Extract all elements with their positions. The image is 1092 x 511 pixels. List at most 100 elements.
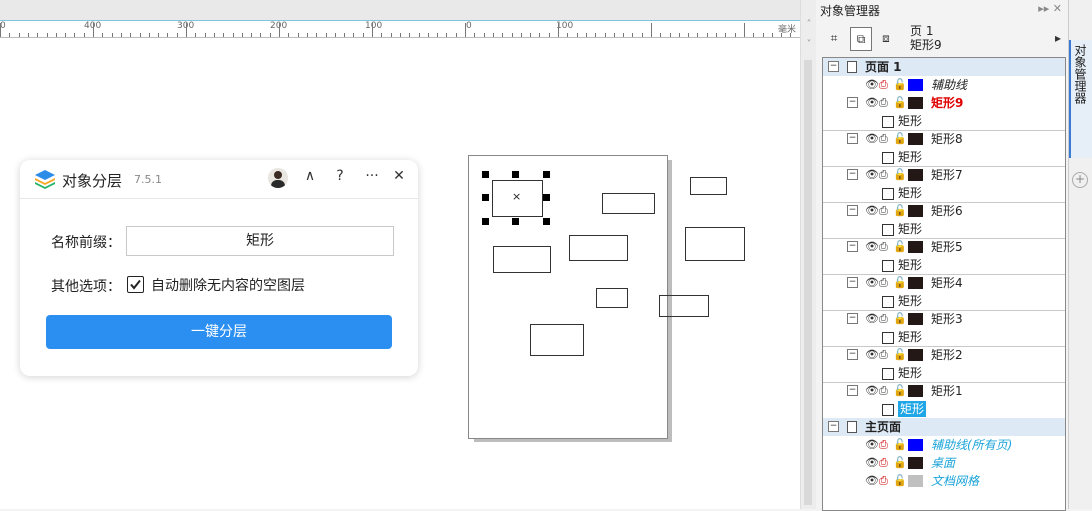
eye-icon[interactable]: 👁 bbox=[865, 168, 879, 181]
rectangle[interactable] bbox=[690, 177, 727, 195]
tree-layer-row[interactable]: − 👁 ⎙ 🔓 矩形4 bbox=[823, 274, 1065, 292]
tree-object-row[interactable]: 矩形 bbox=[823, 364, 1065, 383]
lock-icon[interactable]: 🔓 bbox=[893, 168, 907, 181]
collapse-button[interactable]: ∧ bbox=[300, 168, 320, 184]
lock-icon[interactable]: 🔓 bbox=[893, 78, 907, 91]
tree-object-row[interactable]: 矩形 bbox=[823, 184, 1065, 203]
collapse-icon[interactable]: − bbox=[828, 61, 839, 72]
layer-color-swatch[interactable] bbox=[908, 385, 923, 397]
printer-icon[interactable]: ⎙ bbox=[879, 456, 888, 469]
tree-object-row[interactable]: 矩形 bbox=[823, 256, 1065, 275]
eye-icon[interactable]: 👁 bbox=[865, 78, 879, 91]
horizontal-ruler[interactable]: 0 400 300 200 100 0 100 毫米 bbox=[0, 20, 800, 38]
layer-color-swatch[interactable] bbox=[908, 475, 923, 487]
lock-icon[interactable]: 🔓 bbox=[893, 204, 907, 217]
object-checkbox[interactable] bbox=[882, 116, 894, 128]
lock-icon[interactable]: 🔓 bbox=[893, 240, 907, 253]
eye-icon[interactable]: 👁 bbox=[865, 276, 879, 289]
object-checkbox[interactable] bbox=[882, 368, 894, 380]
selection-handle[interactable] bbox=[482, 194, 489, 201]
rectangle-selected[interactable]: × bbox=[492, 180, 543, 217]
layer-color-swatch[interactable] bbox=[908, 79, 923, 91]
layer-color-swatch[interactable] bbox=[908, 277, 923, 289]
rectangle[interactable] bbox=[602, 193, 655, 214]
printer-icon[interactable]: ⎙ bbox=[879, 240, 888, 253]
printer-icon[interactable]: ⎙ bbox=[879, 204, 888, 217]
collapse-icon[interactable]: − bbox=[847, 385, 858, 396]
lock-icon[interactable]: 🔓 bbox=[893, 384, 907, 397]
object-tree[interactable]: − 页面 1 👁 ⎙ 🔓 辅助线 − 👁 ⎙ 🔓 矩形9 矩形 − 👁 ⎙ 🔓 矩形8 矩形 − 👁 ⎙ 🔓 矩形7 矩形 − 👁… bbox=[822, 57, 1066, 511]
printer-icon[interactable]: ⎙ bbox=[879, 168, 888, 181]
rectangle[interactable] bbox=[530, 324, 584, 356]
tree-object-row[interactable]: 矩形 bbox=[823, 112, 1065, 131]
selection-handle[interactable] bbox=[543, 194, 550, 201]
selection-handle[interactable] bbox=[482, 218, 489, 225]
layer-color-swatch[interactable] bbox=[908, 169, 923, 181]
collapse-icon[interactable]: − bbox=[847, 277, 858, 288]
tree-layer-row[interactable]: − 👁 ⎙ 🔓 矩形2 bbox=[823, 346, 1065, 364]
scroll-up-icon[interactable]: ˄ bbox=[804, 20, 814, 30]
tree-page-row[interactable]: − 主页面 bbox=[823, 418, 1065, 436]
collapse-icon[interactable]: − bbox=[847, 97, 858, 108]
rectangle[interactable] bbox=[493, 246, 551, 273]
object-checkbox[interactable] bbox=[882, 404, 894, 416]
eye-icon[interactable]: 👁 bbox=[865, 348, 879, 361]
collapse-icon[interactable]: − bbox=[847, 241, 858, 252]
layer-color-swatch[interactable] bbox=[908, 439, 923, 451]
tree-layer-row[interactable]: − 👁 ⎙ 🔓 矩形8 bbox=[823, 130, 1065, 148]
printer-icon[interactable]: ⎙ bbox=[879, 132, 888, 145]
eye-icon[interactable]: 👁 bbox=[865, 312, 879, 325]
tree-layer-row[interactable]: 👁 ⎙ 🔓 辅助线 bbox=[823, 76, 1065, 94]
eye-icon[interactable]: 👁 bbox=[865, 132, 879, 145]
dialog-header[interactable]: 对象分层 7.5.1 ∧ ? ··· ✕ bbox=[20, 160, 418, 199]
selection-handle[interactable] bbox=[512, 171, 519, 178]
edit-across-layers-icon[interactable]: ⧈ bbox=[876, 27, 896, 49]
eye-icon[interactable]: 👁 bbox=[865, 456, 879, 469]
printer-icon[interactable]: ⎙ bbox=[879, 474, 888, 487]
tree-layer-row[interactable]: 👁 ⎙ 🔓 辅助线(所有页) bbox=[823, 436, 1065, 454]
tree-object-row[interactable]: 矩形 bbox=[823, 400, 1065, 419]
auto-delete-label[interactable]: 自动删除无内容的空图层 bbox=[151, 275, 305, 295]
object-manager-tab-label[interactable]: 对象管理器 bbox=[1072, 44, 1089, 104]
layer-color-swatch[interactable] bbox=[908, 313, 923, 325]
object-checkbox[interactable] bbox=[882, 152, 894, 164]
tree-object-row[interactable]: 矩形 bbox=[823, 328, 1065, 347]
lock-icon[interactable]: 🔓 bbox=[893, 132, 907, 145]
layer-color-swatch[interactable] bbox=[908, 241, 923, 253]
layer-color-swatch[interactable] bbox=[908, 205, 923, 217]
eye-icon[interactable]: 👁 bbox=[865, 240, 879, 253]
layer-options-icon[interactable]: ⌗ bbox=[824, 27, 844, 49]
prefix-input[interactable]: 矩形 bbox=[126, 226, 394, 256]
object-checkbox[interactable] bbox=[882, 188, 894, 200]
panel-controls[interactable]: ▸▸ ✕ bbox=[1038, 2, 1062, 15]
object-checkbox[interactable] bbox=[882, 260, 894, 272]
printer-icon[interactable]: ⎙ bbox=[879, 348, 888, 361]
tree-layer-row[interactable]: − 👁 ⎙ 🔓 矩形7 bbox=[823, 166, 1065, 184]
printer-icon[interactable]: ⎙ bbox=[879, 78, 888, 91]
lock-icon[interactable]: 🔓 bbox=[893, 312, 907, 325]
selection-handle[interactable] bbox=[512, 218, 519, 225]
lock-icon[interactable]: 🔓 bbox=[893, 348, 907, 361]
rectangle[interactable] bbox=[659, 295, 709, 317]
tree-object-row[interactable]: 矩形 bbox=[823, 220, 1065, 239]
collapse-icon[interactable]: − bbox=[828, 421, 839, 432]
printer-icon[interactable]: ⎙ bbox=[879, 438, 888, 451]
tree-layer-row[interactable]: − 👁 ⎙ 🔓 矩形9 bbox=[823, 94, 1065, 112]
tree-layer-row[interactable]: 👁 ⎙ 🔓 文档网格 bbox=[823, 472, 1065, 490]
selection-handle[interactable] bbox=[543, 171, 550, 178]
help-button[interactable]: ? bbox=[330, 168, 350, 184]
collapse-icon[interactable]: − bbox=[847, 313, 858, 324]
object-checkbox[interactable] bbox=[882, 224, 894, 236]
scroll-thumb[interactable] bbox=[804, 60, 812, 505]
more-button[interactable]: ··· bbox=[362, 168, 382, 184]
avatar[interactable] bbox=[268, 168, 288, 188]
printer-icon[interactable]: ⎙ bbox=[879, 384, 888, 397]
layer-color-swatch[interactable] bbox=[908, 457, 923, 469]
tree-layer-row[interactable]: − 👁 ⎙ 🔓 矩形3 bbox=[823, 310, 1065, 328]
tree-object-row[interactable]: 矩形 bbox=[823, 148, 1065, 167]
printer-icon[interactable]: ⎙ bbox=[879, 312, 888, 325]
eye-icon[interactable]: 👁 bbox=[865, 438, 879, 451]
eye-icon[interactable]: 👁 bbox=[865, 204, 879, 217]
collapse-icon[interactable]: − bbox=[847, 169, 858, 180]
eye-icon[interactable]: 👁 bbox=[865, 474, 879, 487]
